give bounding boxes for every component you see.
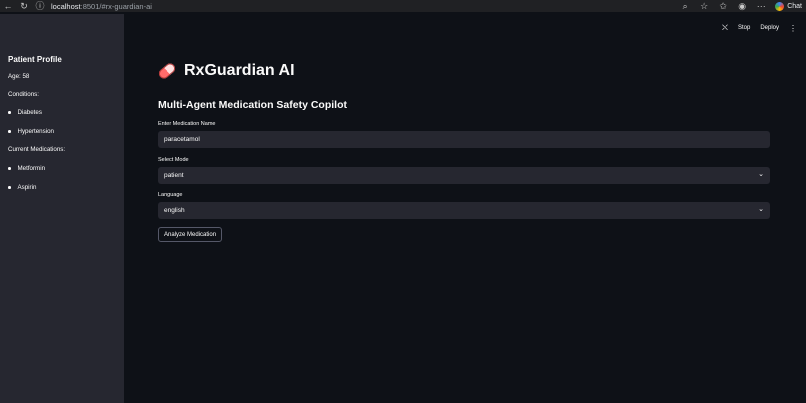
kebab-icon[interactable]: ⋮ [789,24,797,33]
zoom-icon[interactable]: ⌕ [680,0,690,12]
sidebar: Patient Profile Age: 58 Conditions: Diab… [0,14,124,403]
chat-icon [775,1,785,11]
sidebar-title: Patient Profile [8,55,62,64]
star-icon[interactable]: ☆ [699,0,709,12]
stop-button[interactable]: Stop [738,25,750,31]
more-icon[interactable]: ··· [756,0,766,12]
info-icon[interactable]: ⓘ [35,0,45,12]
conditions-label: Conditions: [8,91,39,98]
language-label: Language [158,192,183,198]
language-select[interactable]: english ⌄ [158,202,770,219]
condition-item: Hypertension [8,128,54,135]
favorites-icon[interactable]: ✩ [718,0,728,12]
pill-icon [156,61,178,81]
chat-button[interactable]: Chat [775,1,802,11]
medication-input[interactable]: paracetamol [158,131,770,148]
stop-icon[interactable]: ⛌ [722,23,728,33]
reload-icon[interactable]: ↻ [19,0,29,12]
patient-age: Age: 58 [8,73,30,80]
main-content: ⛌ Stop Deploy ⋮ RxGuardian AI Multi-Agen… [124,14,806,403]
language-value: english [164,207,185,214]
chat-label: Chat [787,2,802,10]
browser-toolbar: ← ↻ ⓘ localhost:8501/#rx-guardian-ai ⌕ ☆… [0,0,806,12]
extension-icon[interactable]: ◉ [737,0,747,12]
analyze-medication-button[interactable]: Analyze Medication [158,227,223,242]
page-subtitle: Multi-Agent Medication Safety Copilot [158,99,347,111]
medications-label: Current Medications: [8,146,66,153]
back-icon[interactable]: ← [3,0,13,12]
chevron-down-icon: ⌄ [758,171,764,178]
mode-value: patient [164,172,184,179]
app-toolbar: ⛌ Stop Deploy ⋮ [722,23,797,33]
mode-label: Select Mode [158,157,189,163]
medication-item: Aspirin [8,184,36,191]
medication-label: Enter Medication Name [158,121,216,127]
mode-select[interactable]: patient ⌄ [158,167,770,184]
chevron-down-icon: ⌄ [758,206,764,213]
page-title: RxGuardian AI [184,62,295,79]
url-path: :8501/#rx-guardian-ai [80,1,152,11]
deploy-button[interactable]: Deploy [760,25,779,31]
app-title: RxGuardian AI [156,61,295,81]
address-bar[interactable]: localhost:8501/#rx-guardian-ai [51,1,152,12]
medication-item: Metformin [8,165,45,172]
condition-item: Diabetes [8,109,42,116]
url-host: localhost [51,1,81,11]
